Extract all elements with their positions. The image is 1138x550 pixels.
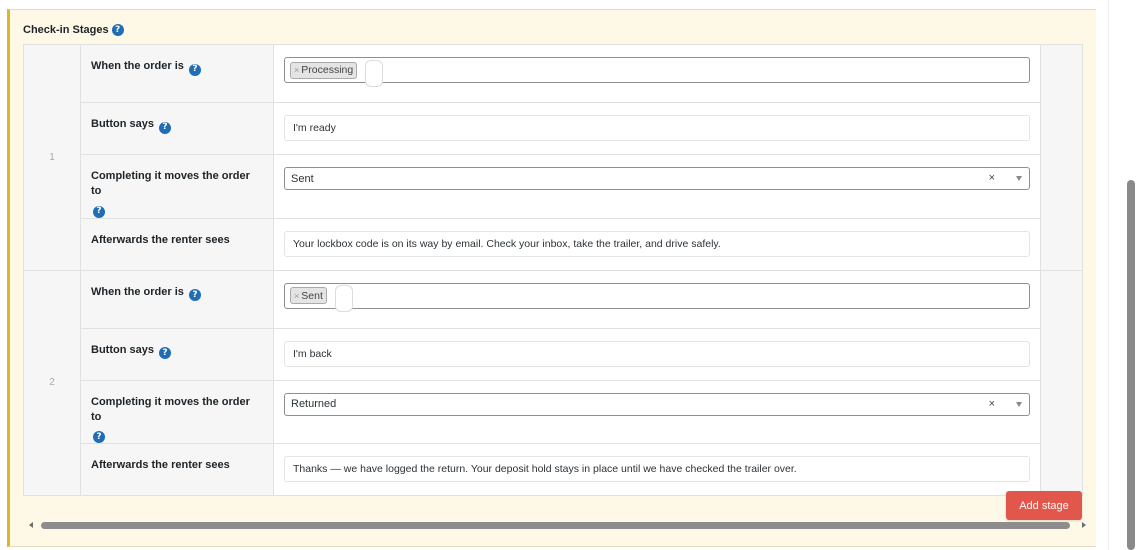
stage-1-row-moves: Completing it moves the order to ? Sent … bbox=[24, 154, 1083, 219]
moves-order-label: Completing it moves the order to ? bbox=[91, 395, 250, 443]
check-in-stages-panel: Check-in Stages ? 1 When the order is ? … bbox=[7, 9, 1096, 547]
stage-1-row-after: Afterwards the renter sees Your lockbox … bbox=[24, 217, 1083, 271]
afterwards-label: Afterwards the renter sees bbox=[91, 459, 230, 471]
chevron-down-icon[interactable] bbox=[1016, 176, 1022, 181]
button-says-label: Button says ? bbox=[81, 329, 273, 359]
help-icon[interactable]: ? bbox=[93, 205, 105, 218]
row-actions-cell bbox=[1040, 269, 1083, 496]
status-chip[interactable]: × Processing bbox=[290, 61, 358, 79]
when-label: When the order is ? bbox=[81, 45, 273, 76]
target-status-select[interactable]: Sent × bbox=[284, 167, 1030, 190]
order-status-multiselect[interactable]: × Sent bbox=[284, 282, 1030, 312]
clear-selection-icon[interactable]: × bbox=[989, 172, 995, 184]
stage-2-row-when: 2 When the order is ? × Sent bbox=[23, 269, 1083, 496]
stage-1-row-when: 1 When the order is ? × Processing bbox=[23, 44, 1083, 271]
when-label: When the order is ? bbox=[81, 271, 273, 301]
moves-order-label: Completing it moves the order to ? bbox=[91, 170, 250, 218]
status-chip[interactable]: × Sent bbox=[290, 287, 327, 304]
horizontal-scrollbar-thumb[interactable] bbox=[41, 522, 1070, 529]
help-icon[interactable]: ? bbox=[93, 431, 105, 443]
arrow-right-icon[interactable] bbox=[1082, 522, 1086, 528]
chevron-down-icon[interactable] bbox=[1016, 401, 1022, 407]
stage-number: 2 bbox=[23, 269, 81, 496]
help-icon[interactable]: ? bbox=[188, 63, 201, 76]
button-says-label: Button says ? bbox=[81, 103, 273, 134]
button-text-input[interactable]: I'm ready bbox=[284, 115, 1030, 141]
stage-1-row-button: Button says ? I'm ready bbox=[24, 102, 1083, 155]
multiselect-search-input[interactable] bbox=[334, 285, 353, 312]
stage-2-row-after: Afterwards the renter sees Thanks — we h… bbox=[24, 443, 1083, 496]
multiselect-search-input[interactable] bbox=[365, 59, 384, 87]
stage-2-row-button: Button says ? I'm back bbox=[24, 327, 1083, 381]
horizontal-scrollbar[interactable] bbox=[27, 520, 1088, 532]
order-status-multiselect[interactable]: × Processing bbox=[284, 57, 1030, 87]
add-stage-button[interactable]: Add stage bbox=[1006, 491, 1082, 520]
help-icon[interactable]: ? bbox=[188, 289, 201, 301]
renter-message-input[interactable]: Your lockbox code is on its way by email… bbox=[284, 230, 1030, 257]
stages-table: 1 When the order is ? × Processing Butto… bbox=[23, 44, 1083, 496]
stage-number: 1 bbox=[23, 44, 81, 271]
clear-selection-icon[interactable]: × bbox=[989, 398, 995, 410]
arrow-left-icon[interactable] bbox=[29, 522, 33, 528]
renter-message-input[interactable]: Thanks — we have logged the return. Your… bbox=[284, 456, 1030, 482]
panel-title-text: Check-in Stages bbox=[23, 24, 109, 36]
help-icon[interactable]: ? bbox=[159, 347, 172, 359]
help-icon[interactable]: ? bbox=[111, 24, 124, 36]
panel-title: Check-in Stages ? bbox=[23, 24, 124, 36]
stage-2-row-moves: Completing it moves the order to ? Retur… bbox=[24, 379, 1083, 444]
chip-remove-icon[interactable]: × bbox=[294, 65, 299, 75]
row-actions-cell bbox=[1040, 44, 1083, 271]
help-icon[interactable]: ? bbox=[159, 121, 172, 134]
chip-remove-icon[interactable]: × bbox=[294, 291, 299, 301]
target-status-select[interactable]: Returned × bbox=[284, 392, 1030, 416]
vertical-scrollbar-thumb[interactable] bbox=[1127, 180, 1135, 550]
afterwards-label: Afterwards the renter sees bbox=[91, 233, 230, 246]
button-text-input[interactable]: I'm back bbox=[284, 340, 1030, 367]
